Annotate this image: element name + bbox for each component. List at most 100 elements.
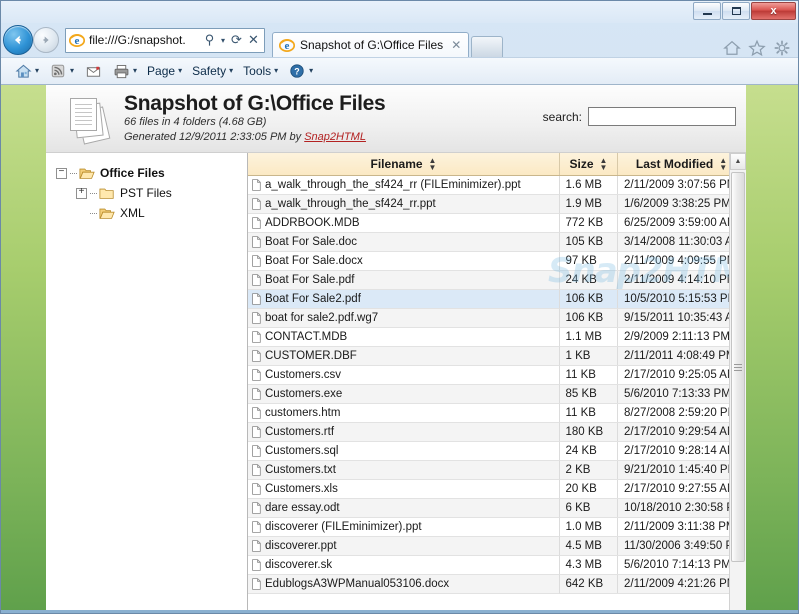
table-row[interactable]: dare essay.odt 6 KB 10/18/2010 2:30:58 PM xyxy=(248,498,746,518)
command-page-menu[interactable]: Page ▾ xyxy=(143,62,186,80)
table-row[interactable]: boat for sale2.pdf.wg7 106 KB 9/15/2011 10… xyxy=(248,308,746,328)
home-icon[interactable] xyxy=(723,39,741,57)
scrollbar-track[interactable] xyxy=(730,170,746,613)
cell-last-modified: 2/9/2009 2:11:13 PM xyxy=(617,327,746,347)
table-row[interactable]: Boat For Sale.docx 97 KB 2/11/2009 4:09:55… xyxy=(248,251,746,271)
cell-filename[interactable]: Boat For Sale.docx xyxy=(248,251,560,271)
table-row[interactable]: Customers.sql 24 KB 2/17/2010 9:28:14 AM xyxy=(248,441,746,461)
command-tools-menu[interactable]: Tools ▾ xyxy=(239,62,282,80)
command-feeds-button[interactable]: ▾ xyxy=(45,60,78,82)
feeds-caret-icon[interactable]: ▾ xyxy=(70,67,74,75)
table-row[interactable]: CUSTOMER.DBF 1 KB 2/11/2011 4:08:49 PM xyxy=(248,346,746,366)
sort-arrows-icon[interactable]: ▲ ▼ xyxy=(429,156,437,171)
table-row[interactable]: Boat For Sale2.pdf 106 KB 10/5/2010 5:15:5… xyxy=(248,289,746,309)
table-row[interactable]: CONTACT.MDB 1.1 MB 2/9/2009 2:11:13 PM xyxy=(248,327,746,347)
cell-filename[interactable]: customers.htm xyxy=(248,403,560,423)
cell-filename[interactable]: Boat For Sale.pdf xyxy=(248,270,560,290)
table-row[interactable]: a_walk_through_the_sf424_rr (FILEminimiz… xyxy=(248,175,746,195)
column-header-filename[interactable]: Filename ▲ ▼ xyxy=(248,153,560,176)
scrollbar-thumb[interactable] xyxy=(731,172,745,562)
cell-last-modified: 5/6/2010 7:13:33 PM xyxy=(617,384,746,404)
help-icon: ? xyxy=(288,62,306,80)
table-row[interactable]: Boat For Sale.doc 105 KB 3/14/2008 11:30:0… xyxy=(248,232,746,252)
cell-filename[interactable]: Customers.exe xyxy=(248,384,560,404)
table-row[interactable]: a_walk_through_the_sf424_rr.ppt 1.9 MB 1/6… xyxy=(248,194,746,214)
snap2html-link[interactable]: Snap2HTML xyxy=(304,131,366,143)
table-row[interactable]: Customers.xls 20 KB 2/17/2010 9:27:55 AM xyxy=(248,479,746,499)
cell-filename[interactable]: Customers.sql xyxy=(248,441,560,461)
cell-filename[interactable]: a_walk_through_the_sf424_rr (FILEminimiz… xyxy=(248,175,560,195)
sort-arrows-icon[interactable]: ▲ ▼ xyxy=(719,156,727,171)
cell-filename[interactable]: discoverer (FILEminimizer).ppt xyxy=(248,517,560,537)
table-row[interactable]: Customers.csv 11 KB 2/17/2010 9:25:05 AM xyxy=(248,365,746,385)
page-viewport: Snapshot of G:\Office Files 66 files in … xyxy=(1,85,798,613)
tree-item-xml[interactable]: XML xyxy=(56,203,247,223)
cell-filename[interactable]: CONTACT.MDB xyxy=(248,327,560,347)
cell-filename[interactable]: dare essay.odt xyxy=(248,498,560,518)
cell-size: 106 KB xyxy=(559,308,618,328)
stop-icon[interactable]: ✕ xyxy=(245,30,262,50)
folder-open-icon xyxy=(79,168,95,179)
command-home-button[interactable]: ▾ xyxy=(10,60,43,82)
new-tab-button[interactable] xyxy=(471,36,504,57)
scroll-up-button[interactable]: ▲ xyxy=(730,153,746,170)
command-mail-button[interactable] xyxy=(80,60,106,82)
maximize-button[interactable] xyxy=(722,2,750,20)
print-caret-icon[interactable]: ▾ xyxy=(133,67,137,75)
page-file-count: 66 files in 4 folders (4.68 GB) xyxy=(124,116,267,129)
cell-filename[interactable]: boat for sale2.pdf.wg7 xyxy=(248,308,560,328)
favorites-star-icon[interactable] xyxy=(748,39,766,57)
file-list-scrollbar[interactable]: ▲ xyxy=(729,153,746,613)
cell-filename[interactable]: CUSTOMER.DBF xyxy=(248,346,560,366)
minimize-button[interactable] xyxy=(693,2,721,20)
safety-caret-icon[interactable]: ▾ xyxy=(229,67,233,75)
cell-filename[interactable]: discoverer.sk xyxy=(248,555,560,575)
refresh-icon[interactable]: ⟳ xyxy=(228,30,245,50)
cell-filename[interactable]: Customers.rtf xyxy=(248,422,560,442)
help-caret-icon[interactable]: ▾ xyxy=(309,67,313,75)
cell-filename[interactable]: EdublogsA3WPManual053106.docx xyxy=(248,574,560,594)
tree-expander-icon[interactable]: − xyxy=(56,167,67,179)
table-row[interactable]: discoverer.sk 4.3 MB 5/6/2010 7:14:13 PM xyxy=(248,555,746,575)
tab-close-icon[interactable]: ✕ xyxy=(448,38,464,52)
cell-filename[interactable]: Boat For Sale.doc xyxy=(248,232,560,252)
table-row[interactable]: Customers.txt 2 KB 9/21/2010 1:45:40 PM xyxy=(248,460,746,480)
column-header-size[interactable]: Size ▲ ▼ xyxy=(559,153,618,176)
tree-item-pst-files[interactable]: + PST Files xyxy=(56,183,247,203)
address-dropdown-icon[interactable]: ▾ xyxy=(218,36,228,45)
sort-arrows-icon[interactable]: ▲ ▼ xyxy=(600,156,608,171)
table-row[interactable]: discoverer (FILEminimizer).ppt 1.0 MB 2/11… xyxy=(248,517,746,537)
address-search-icon[interactable]: ⚲ xyxy=(201,30,218,50)
forward-button[interactable] xyxy=(33,27,59,53)
cell-filename[interactable]: discoverer.ppt xyxy=(248,536,560,556)
command-help-menu[interactable]: ? ▾ xyxy=(284,60,317,82)
table-row[interactable]: customers.htm 11 KB 8/27/2008 2:59:20 PM xyxy=(248,403,746,423)
cell-filename[interactable]: Customers.csv xyxy=(248,365,560,385)
table-row[interactable]: Boat For Sale.pdf 24 KB 2/11/2009 4:14:10 … xyxy=(248,270,746,290)
table-row[interactable]: EdublogsA3WPManual053106.docx 642 KB 2/11/… xyxy=(248,574,746,594)
address-input[interactable]: file:///G:/snapshot. xyxy=(85,33,201,47)
back-button[interactable] xyxy=(3,25,33,55)
cell-filename[interactable]: ADDRBOOK.MDB xyxy=(248,213,560,233)
search-input[interactable] xyxy=(588,107,736,126)
table-row[interactable]: discoverer.ppt 4.5 MB 11/30/2006 3:49:50 P… xyxy=(248,536,746,556)
address-bar[interactable]: e file:///G:/snapshot. ⚲ ▾ ⟳ ✕ xyxy=(65,27,265,53)
table-row[interactable]: Customers.rtf 180 KB 2/17/2010 9:29:54 AM xyxy=(248,422,746,442)
close-button[interactable]: x xyxy=(751,2,796,20)
cell-filename[interactable]: Boat For Sale2.pdf xyxy=(248,289,560,309)
tools-gear-icon[interactable] xyxy=(773,39,791,57)
table-row[interactable]: Customers.exe 85 KB 5/6/2010 7:13:33 PM xyxy=(248,384,746,404)
column-header-last-modified[interactable]: Last Modified ▲ ▼ xyxy=(617,153,746,176)
cell-filename[interactable]: Customers.xls xyxy=(248,479,560,499)
cell-filename[interactable]: Customers.txt xyxy=(248,460,560,480)
command-safety-menu[interactable]: Safety ▾ xyxy=(188,62,237,80)
tree-expander-icon[interactable]: + xyxy=(76,187,87,199)
tree-item-office-files[interactable]: − Office Files xyxy=(56,163,247,183)
tools-caret-icon[interactable]: ▾ xyxy=(274,67,278,75)
table-row[interactable]: ADDRBOOK.MDB 772 KB 6/25/2009 3:59:00 AM xyxy=(248,213,746,233)
home-caret-icon[interactable]: ▾ xyxy=(35,67,39,75)
cell-filename[interactable]: a_walk_through_the_sf424_rr.ppt xyxy=(248,194,560,214)
command-print-button[interactable]: ▾ xyxy=(108,60,141,82)
tab-snapshot[interactable]: e Snapshot of G:\Office Files ✕ xyxy=(272,32,470,57)
page-caret-icon[interactable]: ▾ xyxy=(178,67,182,75)
